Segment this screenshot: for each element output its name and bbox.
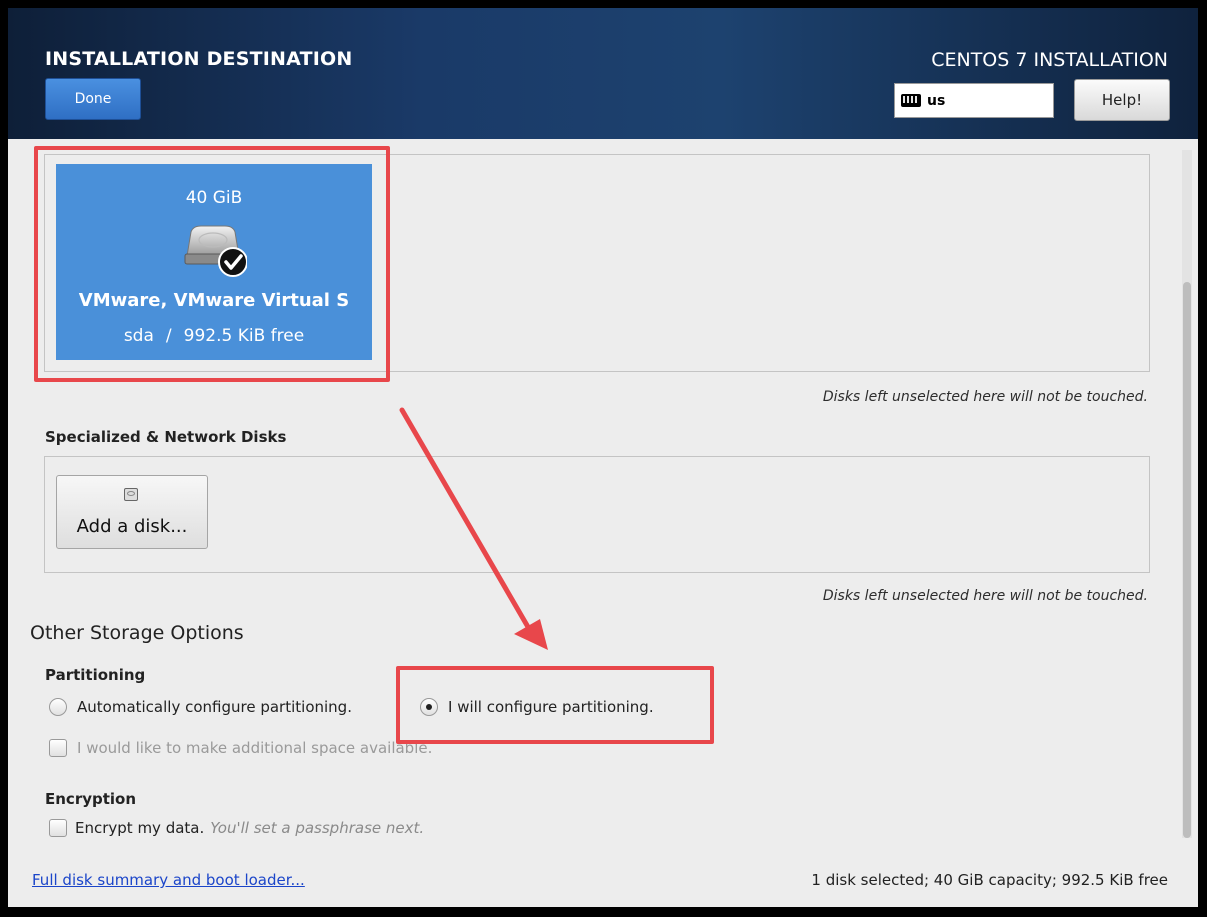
additional-space-checkbox [49,739,67,757]
encrypt-option[interactable]: Encrypt my data. You'll set a passphrase… [49,819,424,837]
disk-icon [124,488,138,501]
scrollbar-thumb[interactable] [1183,282,1191,838]
encrypt-label: Encrypt my data. [75,819,205,837]
local-disks-hint: Disks left unselected here will not be t… [822,389,1148,405]
page-title: INSTALLATION DESTINATION [45,48,353,70]
encrypt-checkbox[interactable] [49,819,67,837]
product-title: CENTOS 7 INSTALLATION [931,49,1168,71]
keyboard-layout-label: us [927,92,946,109]
help-button[interactable]: Help! [1074,79,1170,121]
auto-partitioning-option[interactable]: Automatically configure partitioning. [49,698,352,716]
add-disk-label: Add a disk... [76,516,188,537]
network-disks-panel [44,456,1150,573]
annotation-box-disk [34,146,390,382]
encryption-label: Encryption [45,790,137,808]
add-disk-button[interactable]: Add a disk... [56,475,208,549]
header-bar: INSTALLATION DESTINATION Done CENTOS 7 I… [8,8,1198,139]
disk-summary-link[interactable]: Full disk summary and boot loader... [32,871,305,889]
keyboard-icon [901,94,921,107]
disk-selection-status: 1 disk selected; 40 GiB capacity; 992.5 … [811,871,1168,889]
keyboard-layout-indicator[interactable]: us [894,83,1054,118]
encrypt-hint: You'll set a passphrase next. [210,819,425,837]
additional-space-label: I would like to make additional space av… [77,739,433,757]
other-storage-title: Other Storage Options [30,622,244,644]
partitioning-label: Partitioning [45,666,146,684]
auto-partitioning-label: Automatically configure partitioning. [77,698,352,716]
network-disks-label: Specialized & Network Disks [45,428,287,446]
network-disks-hint: Disks left unselected here will not be t… [822,588,1148,604]
auto-partitioning-radio[interactable] [49,698,67,716]
done-button[interactable]: Done [45,78,141,120]
additional-space-option: I would like to make additional space av… [49,739,432,757]
installer-window: INSTALLATION DESTINATION Done CENTOS 7 I… [8,8,1198,907]
annotation-box-partitioning [396,666,714,744]
